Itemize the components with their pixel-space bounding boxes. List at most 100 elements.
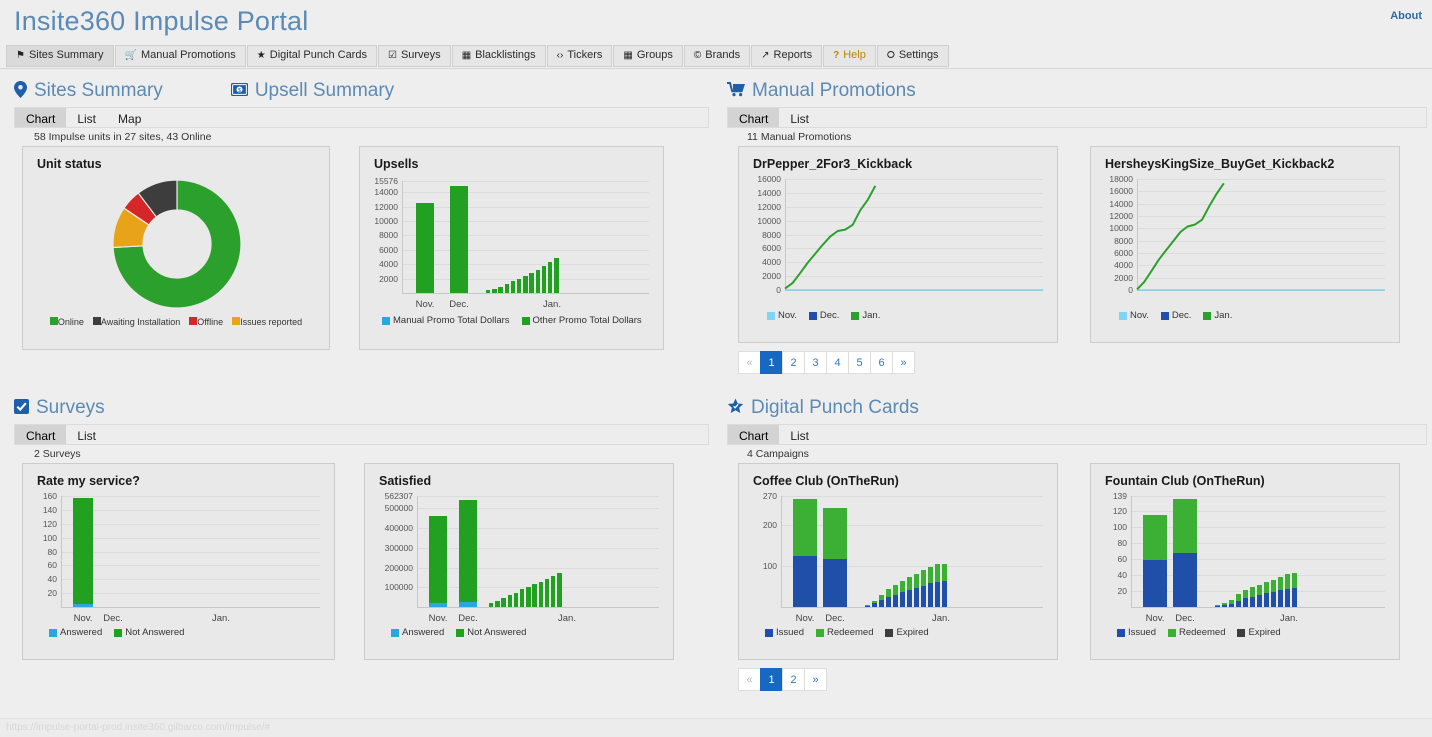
tab-sites-chart[interactable]: Chart [15,108,67,127]
bar [900,580,905,593]
nav-item-manual-promotions[interactable]: 🛒 Manual Promotions [114,45,246,67]
bar [935,563,940,582]
page-punch-2[interactable]: 2 [782,668,805,691]
gridline [402,264,649,266]
page-promo-1[interactable]: 1 [760,351,783,374]
nav-item-surveys[interactable]: ☑ Surveys [377,45,451,67]
unit-status-card: Unit status Online Awaiting Installation O… [22,146,330,350]
legend-item: Dec. [1160,310,1191,321]
chart-legend: Issued Redeemed Expired [765,627,929,638]
legend-swatch [1237,628,1246,637]
manual-promotions-header: Manual Promotions [727,78,1427,104]
tab-sites-list[interactable]: List [66,108,107,127]
chart-legend: Answered Not Answered [49,627,184,638]
page-promo-»[interactable]: » [892,351,915,374]
gridline [61,551,320,553]
page-promo-3[interactable]: 3 [804,351,827,374]
gridline [781,496,1043,497]
bar [914,573,919,589]
nav-item-brands[interactable]: © Brands [683,45,751,67]
nav-item-reports[interactable]: ↗ Reports [751,45,823,67]
nav-item-sites-summary[interactable]: ⚑ Sites Summary [6,45,114,67]
gridline [1131,559,1385,561]
about-link[interactable]: About [1390,10,1422,22]
page-punch-»[interactable]: » [804,668,827,691]
nav-item-tickers[interactable]: ‹› Tickers [546,45,613,67]
bar [498,286,503,293]
legend-item: Online [49,317,84,327]
tab-punchcards-list[interactable]: List [779,425,820,444]
legend-item: Nov. [1119,310,1149,321]
nav-item-settings[interactable]: ⭘ Settings [876,45,949,67]
legend-item: Nov. [767,310,797,321]
chart-line-icon: ↗ [761,50,770,61]
gridline [417,508,659,510]
legend-item: Expired [885,627,929,638]
gridline [402,249,649,251]
gridline [1131,496,1385,497]
gridline [417,496,659,497]
bar [886,589,891,598]
legend-label: Other Promo Total Dollars [532,315,642,326]
gridline [781,565,1043,567]
legend-swatch [521,316,530,325]
nav-item-blacklistings[interactable]: ▦ Blacklistings [451,45,546,67]
bar [73,498,93,605]
page-promo-4[interactable]: 4 [826,351,849,374]
surveys-header: Surveys [14,395,709,421]
bar [538,581,543,607]
gridline [61,523,320,525]
page-promo-2[interactable]: 2 [782,351,805,374]
shopping-cart-icon: 🛒 [124,50,137,61]
bar [1250,596,1255,607]
upsells-chart: 15576 14000 12000 10000 8000 6000 4000 2000 Nov.… [360,171,663,341]
bar [935,581,940,607]
bar [942,563,947,582]
legend-label: Answered [402,627,445,638]
legend-swatch [49,317,58,325]
unit-status-legend: Online Awaiting Installation Offline Issues… [23,317,329,327]
legend-swatch [1119,311,1127,320]
tab-promotions-chart[interactable]: Chart [728,108,780,127]
tab-surveys-list[interactable]: List [66,425,107,444]
tab-punchcards-chart[interactable]: Chart [728,425,780,444]
nav-item-digital-punch-cards[interactable]: ★ Digital Punch Cards [246,45,377,67]
page-promo-«: « [738,351,761,374]
y-axis-tick: 60 [1117,554,1127,565]
legend-swatch [767,311,775,320]
bar [793,556,817,607]
punch-cards-tabstrip: Chart List [727,424,1427,445]
page-title: Insite360 Impulse Portal [14,6,309,36]
page-punch-1[interactable]: 1 [760,668,783,691]
bar [1278,590,1283,607]
x-axis-label: Jan. [543,299,561,310]
unit-status-title: Unit status [37,157,102,171]
browser-status-bar: https://impulse-portal-prod.insite360.gi… [0,718,1432,737]
nav-item-help[interactable]: ? Help [823,45,876,67]
page-promo-5[interactable]: 5 [848,351,871,374]
tab-surveys-chart[interactable]: Chart [15,425,67,444]
money-icon: $ [230,82,248,100]
chart-legend: Issued Redeemed Expired [1117,627,1281,638]
survey-card-satisfied: Satisfied 562307 500000 400000 300000 200000… [364,463,674,660]
bar [823,508,847,559]
bar [942,581,947,607]
tab-promotions-list[interactable]: List [779,108,820,127]
surveys-title: Surveys [36,397,105,418]
page-promo-6[interactable]: 6 [870,351,893,374]
bar [793,498,817,557]
legend-label: Nov. [1130,310,1149,321]
nav-item-groups[interactable]: ▦ Groups [613,45,683,67]
navbar-divider [0,68,1432,69]
manual-promotions-title: Manual Promotions [752,80,916,101]
manual-promotions-tabstrip: Chart List [727,107,1427,128]
chart-legend: Nov. Dec. Jan. [1119,310,1232,321]
tab-sites-map[interactable]: Map [107,108,152,127]
bar [879,595,884,601]
bar [520,589,525,607]
legend-item: Not Answered [114,627,184,638]
y-axis-line [417,496,418,607]
bar [1215,604,1220,607]
punch-card-coffee-club: Coffee Club (OnTheRun) 270 200 100 Nov. Dec.… [738,463,1058,660]
legend-label: Redeemed [827,627,874,638]
